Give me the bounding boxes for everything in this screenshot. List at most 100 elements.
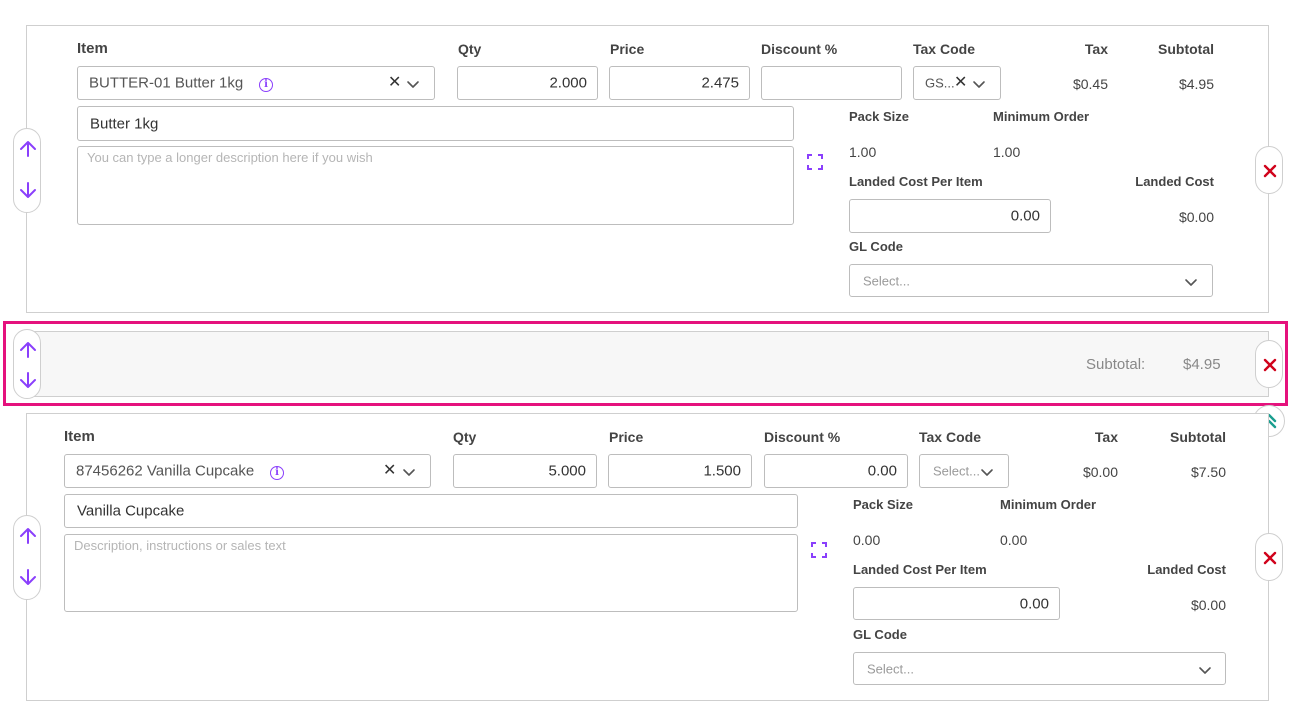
gl-code-placeholder: Select... — [863, 273, 910, 288]
landed-cost-per-item-input[interactable]: 0.00 — [853, 587, 1060, 620]
gl-code-placeholder: Select... — [867, 661, 914, 676]
subtotal-row-label: Subtotal: — [1086, 356, 1146, 373]
gl-code-select[interactable]: Select... — [849, 264, 1213, 297]
delete-line-2-button[interactable] — [1255, 533, 1283, 581]
clear-icon[interactable]: ✕ — [383, 463, 396, 479]
line-subtotal: $4.95 — [1178, 76, 1214, 92]
pack-size-value: 1.00 — [849, 144, 877, 160]
header-tax: Tax — [1084, 41, 1108, 57]
header-tax: Tax — [1094, 429, 1118, 445]
info-icon[interactable]: i — [259, 78, 273, 92]
item-name-input[interactable]: Butter 1kg — [77, 106, 794, 141]
header-tax-code: Tax Code — [919, 429, 981, 445]
description-placeholder: You can type a longer description here i… — [87, 150, 373, 165]
item-select[interactable]: BUTTER-01 Butter 1kg i ✕ — [77, 66, 435, 100]
landed-cost-per-item-label: Landed Cost Per Item — [849, 174, 983, 189]
item-name-input[interactable]: Vanilla Cupcake — [64, 494, 798, 528]
move-line-1 — [13, 128, 41, 213]
delete-line-1-button[interactable] — [1255, 146, 1283, 194]
qty-input[interactable]: 5.000 — [453, 454, 597, 488]
tax-amount: $0.00 — [1082, 464, 1118, 480]
discount-input[interactable]: 0.00 — [764, 454, 908, 488]
price-value: 2.475 — [701, 74, 739, 92]
arrow-down-icon[interactable] — [18, 370, 38, 390]
pack-size-value: 0.00 — [853, 532, 881, 548]
min-order-value: 0.00 — [1000, 532, 1028, 548]
gl-code-select[interactable]: Select... — [853, 652, 1226, 685]
delete-x-icon — [1263, 164, 1277, 178]
header-price: Price — [610, 41, 645, 57]
discount-input[interactable] — [761, 66, 902, 100]
description-textarea[interactable]: Description, instructions or sales text — [64, 534, 798, 612]
item-select-value: BUTTER-01 Butter 1kg — [89, 74, 244, 92]
subtotal-row-value: $4.95 — [1183, 356, 1221, 373]
landed-cost-per-item-value: 0.00 — [1019, 595, 1049, 612]
chevron-down-icon[interactable] — [406, 79, 420, 89]
tax-code-value: GS... — [925, 75, 955, 91]
description-placeholder: Description, instructions or sales text — [74, 538, 286, 553]
delete-x-icon — [1263, 551, 1277, 565]
qty-input[interactable]: 2.000 — [457, 66, 598, 100]
header-subtotal: Subtotal — [1158, 41, 1214, 57]
chevron-down-icon[interactable] — [1184, 277, 1198, 287]
arrow-down-icon[interactable] — [18, 180, 38, 200]
info-icon[interactable]: i — [270, 466, 284, 480]
price-input[interactable]: 1.500 — [608, 454, 752, 488]
header-qty: Qty — [453, 429, 477, 445]
header-qty: Qty — [458, 41, 482, 57]
landed-cost-label: Landed Cost — [1135, 174, 1214, 189]
landed-cost-value: $0.00 — [1190, 597, 1226, 613]
clear-icon[interactable]: ✕ — [954, 75, 967, 91]
expand-icon[interactable] — [810, 541, 828, 559]
landed-cost-label: Landed Cost — [1147, 562, 1226, 577]
discount-value: 0.00 — [867, 462, 897, 480]
delete-x-icon — [1263, 358, 1277, 372]
subtotal-row — [26, 331, 1269, 397]
min-order-label: Minimum Order — [1000, 497, 1097, 512]
pack-size-label: Pack Size — [849, 109, 909, 124]
pack-size-label: Pack Size — [853, 497, 913, 512]
tax-amount: $0.45 — [1072, 76, 1108, 92]
item-name-value: Vanilla Cupcake — [77, 502, 185, 520]
min-order-label: Minimum Order — [993, 109, 1090, 124]
move-subtotal-row — [13, 329, 41, 399]
chevron-down-icon[interactable] — [402, 467, 416, 477]
landed-cost-value: $0.00 — [1178, 209, 1214, 225]
price-value: 1.500 — [703, 462, 741, 480]
tax-code-select[interactable]: Select... — [919, 454, 1009, 488]
arrow-up-icon[interactable] — [18, 340, 38, 360]
header-item: Item — [64, 428, 95, 445]
landed-cost-per-item-label: Landed Cost Per Item — [853, 562, 987, 577]
price-input[interactable]: 2.475 — [609, 66, 750, 100]
item-name-value: Butter 1kg — [90, 115, 159, 132]
qty-value: 5.000 — [548, 462, 586, 480]
gl-code-label: GL Code — [853, 627, 907, 642]
header-discount: Discount % — [761, 41, 838, 57]
min-order-value: 1.00 — [993, 144, 1021, 160]
gl-code-label: GL Code — [849, 239, 903, 254]
header-item: Item — [77, 40, 108, 57]
qty-value: 2.000 — [549, 74, 587, 92]
expand-icon[interactable] — [806, 153, 824, 171]
arrow-up-icon[interactable] — [18, 526, 38, 546]
header-subtotal: Subtotal — [1170, 429, 1226, 445]
chevron-down-icon[interactable] — [1198, 665, 1212, 675]
arrow-down-icon[interactable] — [18, 567, 38, 587]
move-line-2 — [13, 515, 41, 600]
description-textarea[interactable]: You can type a longer description here i… — [77, 146, 794, 225]
item-select-value: 87456262 Vanilla Cupcake — [76, 462, 255, 480]
tax-code-placeholder: Select... — [933, 463, 980, 479]
chevron-down-icon[interactable] — [980, 467, 994, 477]
tax-code-select[interactable]: GS... ✕ — [913, 66, 1001, 100]
chevron-down-icon[interactable] — [972, 79, 986, 89]
header-tax-code: Tax Code — [913, 41, 975, 57]
arrow-up-icon[interactable] — [18, 139, 38, 159]
delete-subtotal-row-button[interactable] — [1255, 340, 1283, 388]
clear-icon[interactable]: ✕ — [388, 75, 401, 91]
header-discount: Discount % — [764, 429, 841, 445]
header-price: Price — [609, 429, 644, 445]
line-subtotal: $7.50 — [1190, 464, 1226, 480]
landed-cost-per-item-input[interactable]: 0.00 — [849, 199, 1051, 233]
item-select[interactable]: 87456262 Vanilla Cupcake i ✕ — [64, 454, 431, 488]
landed-cost-per-item-value: 0.00 — [1010, 207, 1040, 225]
